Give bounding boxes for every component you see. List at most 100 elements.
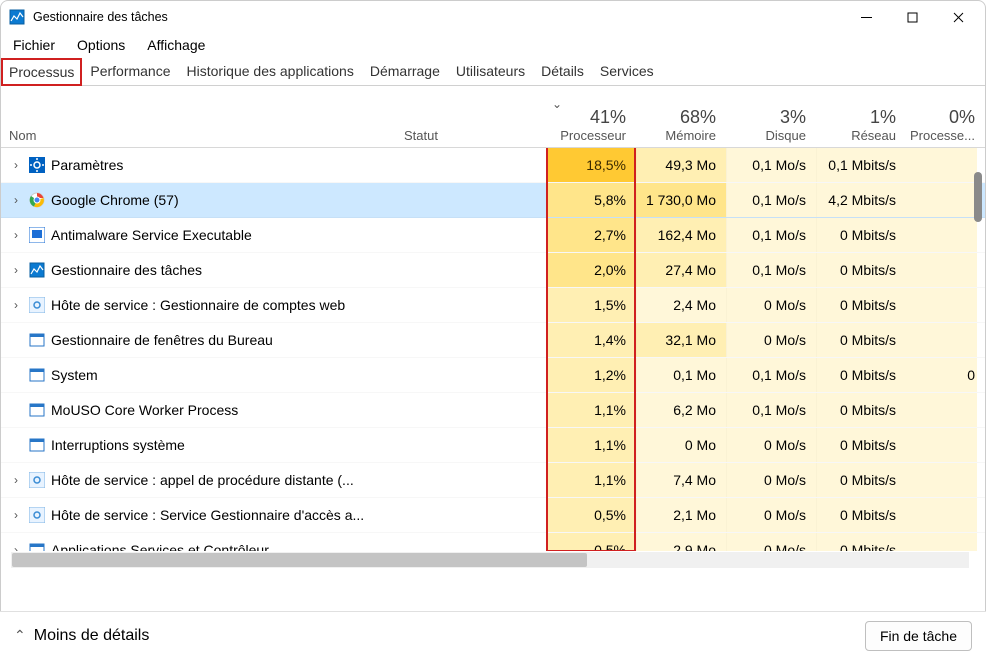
- cell-network: 0 Mbits/s: [816, 323, 906, 357]
- expand-chevron-icon[interactable]: ›: [9, 193, 23, 207]
- menu-file[interactable]: Fichier: [9, 35, 59, 55]
- cell-gpu: [906, 183, 977, 217]
- tabbar: Processus Performance Historique des app…: [1, 57, 985, 86]
- cell-status: [396, 463, 546, 497]
- col-header-name[interactable]: Nom: [1, 86, 396, 147]
- cell-cpu: 1,4%: [546, 323, 636, 357]
- cell-network: 4,2 Mbits/s: [816, 183, 906, 217]
- table-row[interactable]: ›Applications Services et Contrôleur0,5%…: [1, 533, 985, 551]
- table-row[interactable]: ›Google Chrome (57)5,8%1 730,0 Mo0,1 Mo/…: [1, 183, 985, 218]
- cell-cpu: 0,5%: [546, 498, 636, 532]
- gpu-usage-pct: 0%: [949, 107, 975, 128]
- fewer-details-link[interactable]: Moins de détails: [34, 627, 150, 645]
- tab-details[interactable]: Détails: [533, 57, 592, 85]
- vertical-scrollbar[interactable]: [974, 172, 982, 222]
- cell-status: [396, 498, 546, 532]
- col-header-memory[interactable]: 68% Mémoire: [636, 86, 726, 147]
- process-name: Gestionnaire de fenêtres du Bureau: [51, 332, 273, 348]
- cell-name: MoUSO Core Worker Process: [1, 393, 396, 427]
- tab-processes[interactable]: Processus: [1, 58, 82, 86]
- col-header-network[interactable]: 1% Réseau: [816, 86, 906, 147]
- cell-status: [396, 533, 546, 551]
- cell-disk: 0 Mo/s: [726, 498, 816, 532]
- cell-memory: 0 Mo: [636, 428, 726, 462]
- process-table: Nom Statut ⌄ 41% Processeur 68% Mémoire …: [1, 86, 985, 572]
- table-row[interactable]: ›Antimalware Service Executable2,7%162,4…: [1, 218, 985, 253]
- cell-gpu: [906, 148, 977, 182]
- table-row[interactable]: System1,2%0,1 Mo0,1 Mo/s0 Mbits/s0: [1, 358, 985, 393]
- cell-cpu: 0,5%: [546, 533, 636, 551]
- table-row[interactable]: › Hôte de service : appel de procédure di…: [1, 463, 985, 498]
- cell-disk: 0,1 Mo/s: [726, 358, 816, 392]
- window-icon: [29, 367, 45, 383]
- window-title: Gestionnaire des tâches: [33, 10, 168, 24]
- expand-chevron-icon[interactable]: ›: [9, 543, 23, 551]
- cpu-label: Processeur: [560, 128, 626, 143]
- cell-name: ›Gestionnaire des tâches: [1, 253, 396, 287]
- process-name: Antimalware Service Executable: [51, 227, 252, 243]
- scrollbar-thumb[interactable]: [12, 553, 587, 567]
- cell-cpu: 1,5%: [546, 288, 636, 322]
- expand-chevron-icon[interactable]: ›: [9, 508, 23, 522]
- cell-memory: 7,4 Mo: [636, 463, 726, 497]
- table-row[interactable]: Gestionnaire de fenêtres du Bureau1,4%32…: [1, 323, 985, 358]
- table-row[interactable]: Interruptions système1,1%0 Mo0 Mo/s0 Mbi…: [1, 428, 985, 463]
- table-row[interactable]: ›Paramètres18,5%49,3 Mo0,1 Mo/s0,1 Mbits…: [1, 148, 985, 183]
- expand-chevron-icon[interactable]: ›: [9, 228, 23, 242]
- table-row[interactable]: MoUSO Core Worker Process1,1%6,2 Mo0,1 M…: [1, 393, 985, 428]
- cell-name: System: [1, 358, 396, 392]
- cell-gpu: [906, 463, 977, 497]
- table-body: ›Paramètres18,5%49,3 Mo0,1 Mo/s0,1 Mbits…: [1, 148, 985, 551]
- expand-chevron-icon[interactable]: ›: [9, 263, 23, 277]
- cell-gpu: [906, 218, 977, 252]
- horizontal-scrollbar[interactable]: [11, 552, 969, 568]
- window-icon: [29, 542, 45, 551]
- cell-memory: 1 730,0 Mo: [636, 183, 726, 217]
- menu-options[interactable]: Options: [73, 35, 129, 55]
- process-name: Hôte de service : appel de procédure dis…: [51, 472, 354, 488]
- table-row[interactable]: ›Hôte de service : Gestionnaire de compt…: [1, 288, 985, 323]
- cpu-usage-pct: 41%: [590, 107, 626, 128]
- cell-disk: 0,1 Mo/s: [726, 253, 816, 287]
- col-header-status[interactable]: Statut: [396, 86, 546, 147]
- minimize-button[interactable]: [843, 1, 889, 33]
- menu-view[interactable]: Affichage: [143, 35, 209, 55]
- maximize-button[interactable]: [889, 1, 935, 33]
- expand-chevron-icon[interactable]: ›: [9, 473, 23, 487]
- tab-history[interactable]: Historique des applications: [179, 57, 362, 85]
- menubar: Fichier Options Affichage: [1, 33, 985, 57]
- table-row[interactable]: ›Gestionnaire des tâches2,0%27,4 Mo0,1 M…: [1, 253, 985, 288]
- cell-network: 0 Mbits/s: [816, 288, 906, 322]
- cell-status: [396, 358, 546, 392]
- col-header-cpu[interactable]: ⌄ 41% Processeur: [546, 86, 636, 147]
- cell-name: › Antimalware Service Executable: [1, 218, 396, 252]
- cell-status: [396, 288, 546, 322]
- end-task-button[interactable]: Fin de tâche: [865, 621, 972, 651]
- chevron-up-icon[interactable]: ⌃: [14, 627, 26, 644]
- taskmgr-app-icon: [9, 9, 25, 25]
- tab-startup[interactable]: Démarrage: [362, 57, 448, 85]
- tab-services[interactable]: Services: [592, 57, 662, 85]
- cell-network: 0 Mbits/s: [816, 358, 906, 392]
- col-header-disk[interactable]: 3% Disque: [726, 86, 816, 147]
- tab-performance[interactable]: Performance: [82, 57, 178, 85]
- close-button[interactable]: [935, 1, 981, 33]
- col-header-gpu[interactable]: 0% Processe...: [906, 86, 977, 147]
- chrome-icon: [29, 192, 45, 208]
- disk-label: Disque: [766, 128, 806, 143]
- cell-gpu: [906, 253, 977, 287]
- table-row[interactable]: ›Hôte de service : Service Gestionnaire …: [1, 498, 985, 533]
- cell-status: [396, 148, 546, 182]
- window-icon: [29, 402, 45, 418]
- cell-gpu: [906, 393, 977, 427]
- cell-status: [396, 253, 546, 287]
- cell-network: 0 Mbits/s: [816, 498, 906, 532]
- cell-name: ›Google Chrome (57): [1, 183, 396, 217]
- cell-cpu: 1,1%: [546, 393, 636, 427]
- cell-gpu: [906, 323, 977, 357]
- tab-users[interactable]: Utilisateurs: [448, 57, 533, 85]
- expand-chevron-icon[interactable]: ›: [9, 158, 23, 172]
- expand-chevron-icon[interactable]: ›: [9, 298, 23, 312]
- cell-status: [396, 183, 546, 217]
- cell-memory: 2,4 Mo: [636, 288, 726, 322]
